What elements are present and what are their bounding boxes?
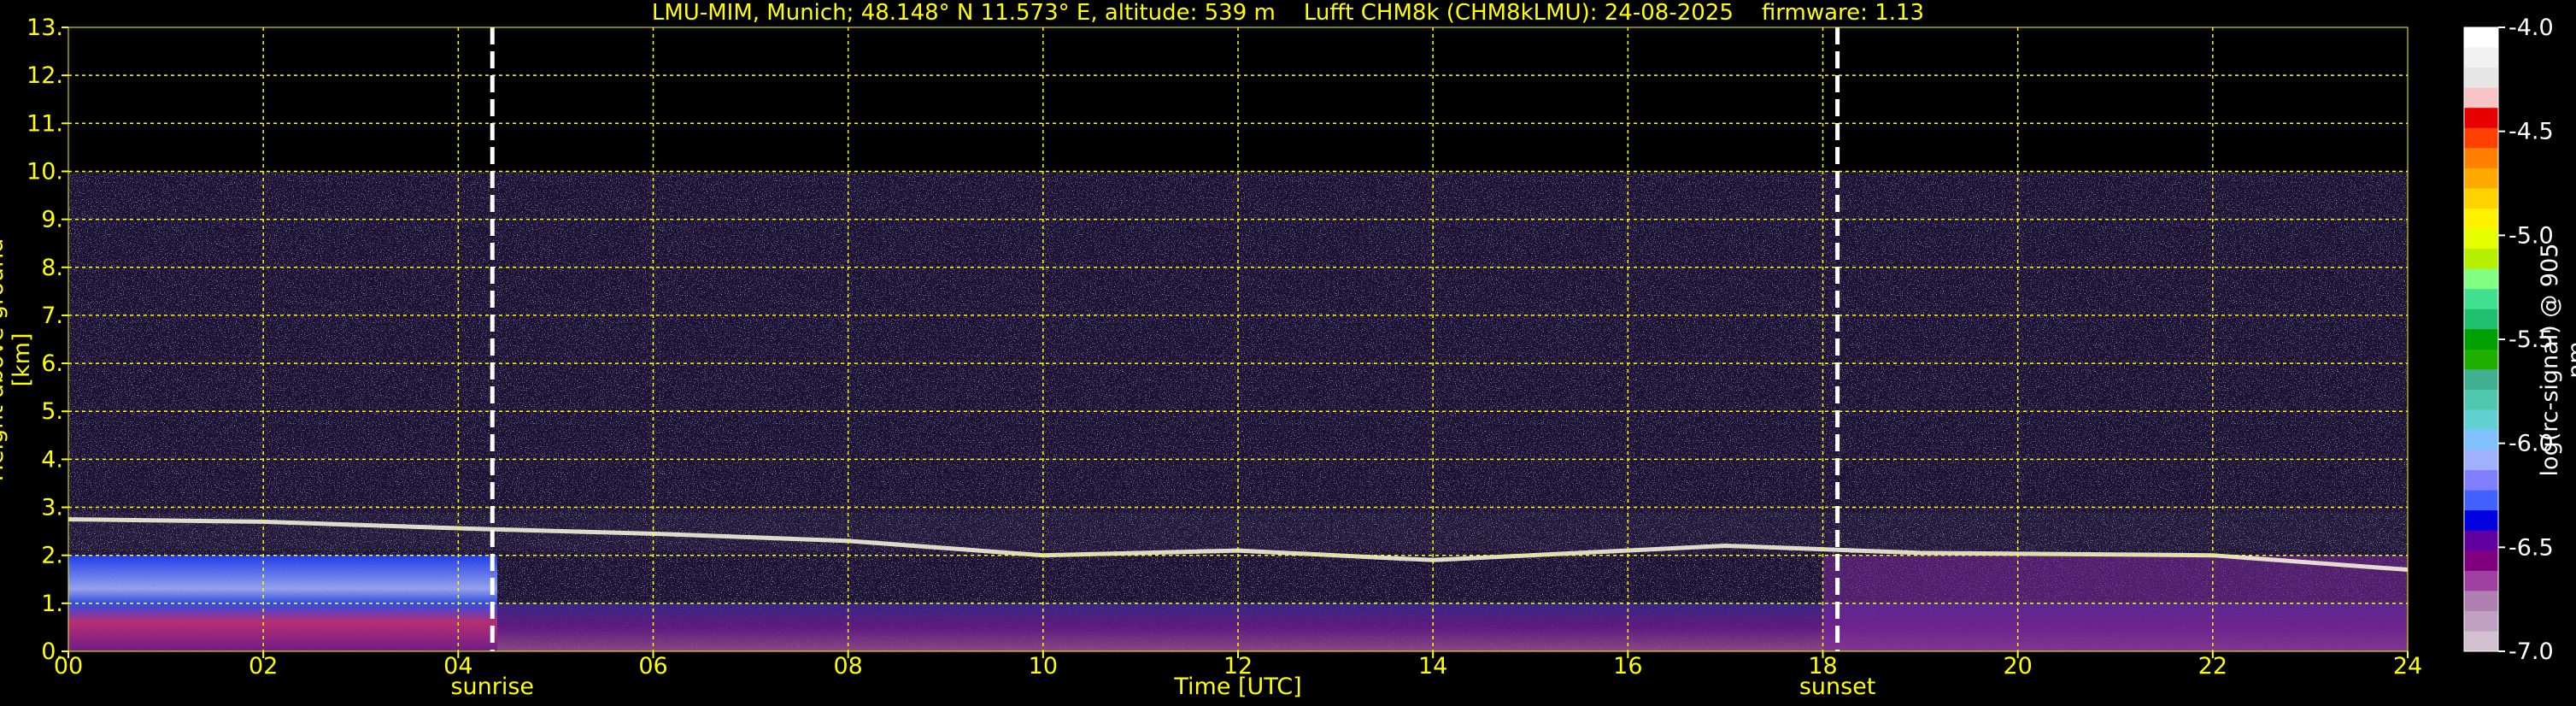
colorbar-segment	[2464, 289, 2498, 310]
colorbar-segment	[2464, 188, 2498, 209]
y-tick-label: 1.	[41, 591, 63, 617]
y-tick-label: 2.	[41, 543, 63, 569]
colorbar-segment	[2464, 570, 2498, 591]
y-tick-label: 11.	[26, 110, 63, 137]
colorbar-segment	[2464, 389, 2498, 410]
colorbar-segment	[2464, 127, 2498, 149]
colorbar-segment	[2464, 268, 2498, 290]
colorbar-segment	[2464, 228, 2498, 250]
x-tick-label: 24	[2393, 653, 2422, 680]
colorbar-segment	[2464, 369, 2498, 391]
colorbar-segment	[2464, 329, 2498, 350]
colorbar-segment	[2464, 108, 2498, 129]
x-tick-label: 22	[2198, 653, 2227, 680]
x-tick-label: 04	[443, 653, 472, 680]
x-tick-label: 02	[249, 653, 278, 680]
colorbar-segment	[2464, 631, 2498, 652]
colorbar-segment	[2464, 148, 2498, 169]
colorbar-segment	[2464, 490, 2498, 511]
x-tick-label: 20	[2003, 653, 2032, 680]
colorbar-label: log(rc-signal) @ 905 nm	[2537, 243, 2576, 477]
colorbar-segment	[2464, 27, 2498, 49]
y-tick-label: 0.	[41, 638, 63, 665]
y-tick-label: 7.	[41, 303, 63, 329]
colorbar-segment	[2464, 349, 2498, 370]
x-tick-label: 10	[1029, 653, 1058, 680]
y-tick-label: 9.	[41, 207, 63, 233]
colorbar-segment	[2464, 550, 2498, 572]
x-tick-label: 16	[1613, 653, 1642, 680]
ceilometer-plot: sunrise sunset 00 02 04 06 08 10 12 14 16 18 20 22 24…	[26, 15, 2554, 700]
y-tick-label: 5.	[41, 398, 63, 425]
colorbar-segment	[2464, 249, 2498, 270]
colorbar-segment	[2464, 87, 2498, 109]
y-tick-label: 4.	[41, 446, 63, 473]
colorbar-segment	[2464, 591, 2498, 612]
y-tick-label: 13.	[26, 15, 63, 41]
colorbar-tick-label: -6.5	[2509, 534, 2554, 561]
colorbar-segment	[2464, 450, 2498, 471]
y-tick-label: 10.	[26, 158, 63, 185]
x-tick-label: 06	[638, 653, 667, 680]
colorbar-tick-label: -4.0	[2509, 15, 2554, 41]
colorbar-segment	[2464, 429, 2498, 451]
y-tick-label: 6.	[41, 350, 63, 377]
colorbar-tick-label: -4.5	[2509, 119, 2554, 145]
plot-background	[67, 27, 2409, 651]
x-tick-label: 08	[833, 653, 862, 680]
colorbar-segment	[2464, 470, 2498, 491]
cloud-layer-band	[68, 512, 2408, 550]
y-tick-label: 8.	[41, 255, 63, 281]
colorbar-segment	[2464, 208, 2498, 229]
colorbar-segment	[2464, 530, 2498, 551]
x-axis-label: Time [UTC]	[1174, 674, 1302, 700]
colorbar-segment	[2464, 68, 2498, 89]
x-tick-label: 14	[1418, 653, 1447, 680]
colorbar-segment	[2464, 610, 2498, 632]
colorbar-segment	[2464, 510, 2498, 532]
x-tick-label: 18	[1808, 653, 1837, 680]
colorbar-segment	[2464, 309, 2498, 330]
colorbar-tick-label: -7.0	[2509, 638, 2554, 665]
y-tick-label: 3.	[41, 495, 63, 521]
colorbar-segment	[2464, 409, 2498, 431]
colorbar-segment	[2464, 47, 2498, 68]
y-tick-label: 12.	[26, 62, 63, 89]
y-axis-label: Height above ground [km]	[0, 238, 35, 482]
colorbar-segment	[2464, 168, 2498, 189]
